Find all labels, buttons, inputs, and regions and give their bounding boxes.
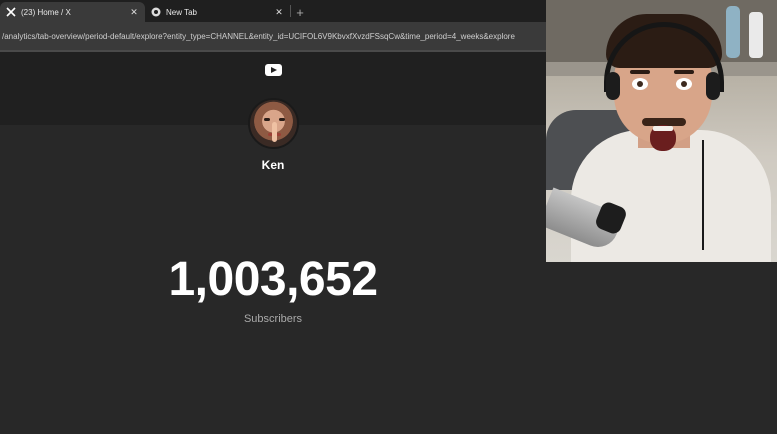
webcam-brow [674, 70, 694, 74]
webcam-bottle [749, 12, 763, 58]
x-logo-icon [6, 7, 16, 17]
close-tab-icon[interactable]: ✕ [129, 7, 139, 18]
new-tab-button[interactable]: + [291, 2, 309, 22]
tab-title: New Tab [166, 7, 197, 17]
url-text[interactable]: /analytics/tab-overview/period-default/e… [0, 32, 546, 41]
avatar-eye-left [264, 118, 270, 121]
close-tab-icon[interactable]: ✕ [274, 7, 284, 18]
tab-title: (23) Home / X [21, 7, 71, 17]
browser-tab-strip: (23) Home / X ✕ New Tab ✕ + [0, 0, 546, 22]
youtube-play-icon[interactable] [265, 64, 282, 76]
webcam-eye [676, 78, 692, 90]
avatar-eye-right [279, 118, 285, 121]
chrome-icon [151, 7, 161, 17]
subscriber-label: Subscribers [243, 313, 303, 325]
webcam-overlay [546, 0, 777, 262]
avatar [248, 98, 299, 149]
address-bar[interactable]: /analytics/tab-overview/period-default/e… [0, 22, 546, 50]
subscriber-count: 1,003,652 [168, 253, 378, 306]
headset-cable [702, 140, 704, 250]
avatar-finger [272, 122, 277, 142]
tab-x-home[interactable]: (23) Home / X ✕ [0, 2, 145, 22]
headset-earcup [706, 72, 720, 100]
webcam-eye [632, 78, 648, 90]
headset-earcup [606, 72, 620, 100]
webcam-bottle [726, 6, 740, 58]
channel-name: Ken [261, 158, 285, 172]
webcam-brow [630, 70, 650, 74]
webcam-teeth [653, 126, 673, 131]
screen: (23) Home / X ✕ New Tab ✕ + /analytics/t… [0, 0, 777, 434]
tab-new-tab[interactable]: New Tab ✕ [145, 2, 290, 22]
